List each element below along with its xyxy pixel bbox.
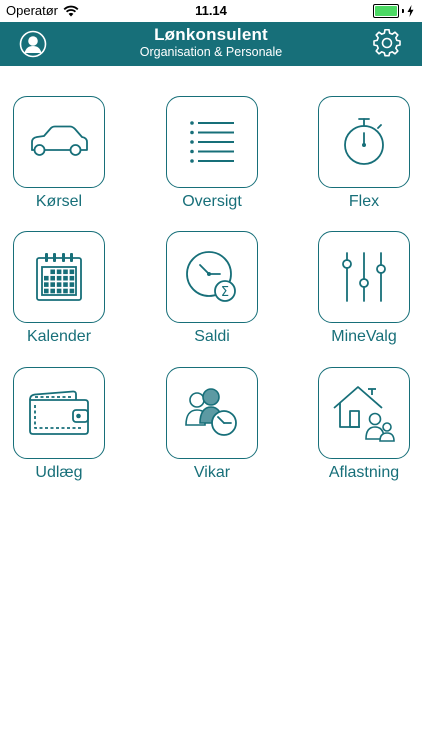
charging-bolt-icon xyxy=(407,5,414,17)
battery-icon xyxy=(373,4,399,18)
tile-korsel[interactable]: Kørsel xyxy=(13,96,105,211)
tile-aflastning[interactable]: Aflastning xyxy=(318,367,410,482)
calendar-day-cell xyxy=(50,288,55,294)
car-icon xyxy=(31,125,88,156)
tile-minevalg[interactable]: MineValg xyxy=(318,231,410,346)
calendar-day-cell xyxy=(44,282,49,287)
sliders-icon xyxy=(342,252,386,302)
calendar-day-cell xyxy=(69,275,75,281)
calendar-day-cell xyxy=(50,282,55,287)
calendar-day-cell xyxy=(69,269,75,275)
calendar-day-cell xyxy=(63,288,68,294)
settings-button[interactable] xyxy=(373,29,401,57)
calendar-day-cell xyxy=(69,282,75,287)
tile-saldi-label: Saldi xyxy=(194,328,230,345)
tile-udlaeg-box xyxy=(13,367,105,459)
status-time: 11.14 xyxy=(195,3,227,18)
stopwatch-icon xyxy=(344,118,384,165)
clock-sum-icon: Σ xyxy=(186,251,236,302)
calendar-day-cell xyxy=(56,282,62,287)
calendar-day-cell xyxy=(56,275,62,281)
calendar-day-cell xyxy=(44,288,49,294)
tile-oversigt-label: Oversigt xyxy=(182,193,242,210)
people-clock-icon xyxy=(185,388,237,436)
tile-flex[interactable]: Flex xyxy=(318,96,410,211)
tile-kalender[interactable]: Kalender xyxy=(13,231,105,346)
tile-udlaeg-label: Udlæg xyxy=(35,464,83,481)
tile-korsel-box xyxy=(13,96,105,188)
tile-aflastning-label: Aflastning xyxy=(328,464,400,481)
tile-saldi-box: Σ xyxy=(166,231,258,323)
battery-level-fill xyxy=(375,6,397,16)
gear-icon xyxy=(373,29,401,57)
tile-kalender-label: Kalender xyxy=(26,328,92,345)
tile-vikar-box xyxy=(166,367,258,459)
tile-flex-label: Flex xyxy=(348,193,380,210)
status-bar: Operatør 11.14 xyxy=(0,0,422,22)
tile-minevalg-box xyxy=(318,231,410,323)
calendar-day-cell xyxy=(63,275,68,281)
calendar-day-cell xyxy=(50,275,55,281)
tile-korsel-label: Kørsel xyxy=(35,193,83,210)
tile-oversigt[interactable]: Oversigt xyxy=(166,96,258,211)
calendar-day-cell xyxy=(63,282,68,287)
tile-minevalg-label: MineValg xyxy=(331,328,397,345)
calendar-day-cell xyxy=(44,275,49,281)
tile-vikar-label: Vikar xyxy=(193,464,231,481)
navigation-bar: Lønkonsulent Organisation & Personale xyxy=(0,22,422,66)
page-title: Lønkonsulent xyxy=(154,25,268,44)
tile-saldi[interactable]: Σ Saldi xyxy=(166,231,258,346)
house-family-icon xyxy=(333,386,395,442)
tile-udlaeg[interactable]: Udlæg xyxy=(13,367,105,482)
tile-flex-box xyxy=(318,96,410,188)
calendar-day-cell xyxy=(63,269,68,275)
battery-tip xyxy=(402,9,404,13)
svg-text:Σ: Σ xyxy=(221,285,229,300)
calendar-day-cell xyxy=(56,269,62,275)
calendar-day-cell xyxy=(56,288,62,294)
tile-kalender-box xyxy=(13,231,105,323)
tile-aflastning-box xyxy=(318,367,410,459)
tile-vikar[interactable]: Vikar xyxy=(166,367,258,482)
battery-group xyxy=(373,4,414,18)
wallet-icon xyxy=(29,390,89,435)
page-subtitle: Organisation & Personale xyxy=(139,45,283,59)
tile-oversigt-box xyxy=(166,96,258,188)
calendar-icon xyxy=(36,253,82,301)
list-icon xyxy=(190,121,234,163)
calendar-day-cell xyxy=(50,269,55,275)
calendar-day-cell xyxy=(69,288,75,294)
